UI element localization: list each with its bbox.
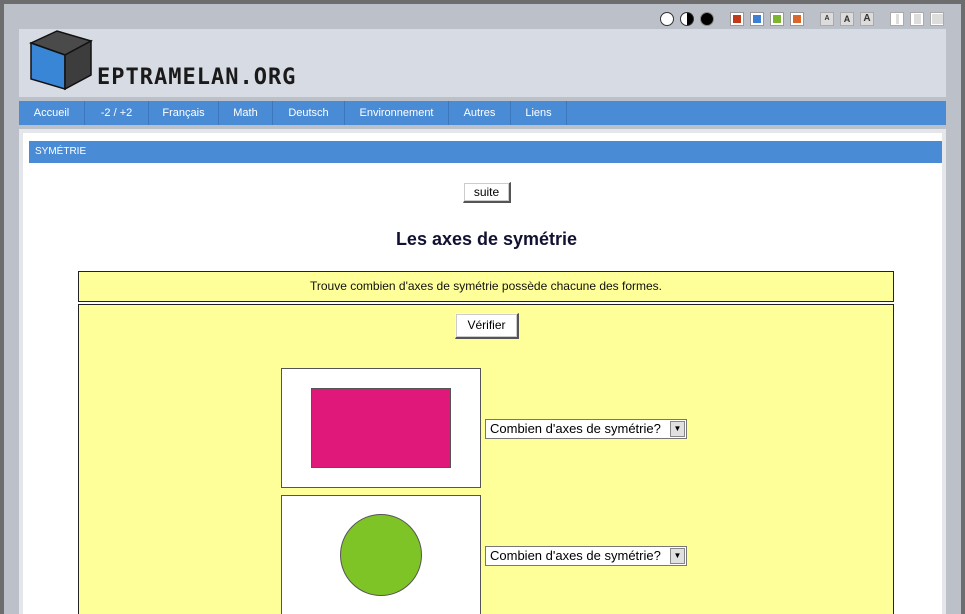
color-blue-button[interactable] (750, 12, 764, 26)
breadcrumb: SYMÉTRIE (29, 141, 942, 163)
symmetry-select-circle[interactable]: Combien d'axes de symétrie? ▼ (485, 546, 687, 566)
accessibility-toolbar: A A A (4, 8, 961, 30)
symmetry-select-rectangle[interactable]: Combien d'axes de symétrie? ▼ (485, 419, 687, 439)
dropdown-arrow-icon[interactable]: ▼ (670, 548, 685, 564)
nav-item-environnement[interactable]: Environnement (345, 101, 449, 125)
color-orange-button[interactable] (790, 12, 804, 26)
nav-item-francais[interactable]: Français (149, 101, 219, 125)
nav-item-math[interactable]: Math (219, 101, 273, 125)
color-green-button[interactable] (770, 12, 784, 26)
site-header: EPTRAMELAN.ORG (19, 29, 946, 97)
nav-item-level[interactable]: -2 / +2 (85, 101, 149, 125)
page-title: Les axes de symétrie (395, 229, 578, 249)
font-large-button[interactable]: A (860, 12, 874, 26)
contrast-half-icon[interactable] (680, 12, 694, 26)
nav-item-deutsch[interactable]: Deutsch (273, 101, 345, 125)
nav-item-accueil[interactable]: Accueil (19, 101, 85, 125)
next-button[interactable]: suite (463, 182, 511, 203)
nav-item-autres[interactable]: Autres (449, 101, 511, 125)
width-wide-button[interactable] (930, 12, 944, 26)
shape-card-rectangle (281, 368, 481, 488)
circle-shape (340, 514, 422, 596)
contrast-black-icon[interactable] (700, 12, 714, 26)
contrast-white-icon[interactable] (660, 12, 674, 26)
dropdown-arrow-icon[interactable]: ▼ (670, 421, 685, 437)
width-medium-button[interactable] (910, 12, 924, 26)
main-nav: Accueil -2 / +2 Français Math Deutsch En… (19, 101, 946, 125)
exercise-panel: Vérifier Combien d'axes de symétrie? ▼ C… (78, 304, 894, 614)
nav-item-liens[interactable]: Liens (511, 101, 567, 125)
main-content: SYMÉTRIE suite Les axes de symétrie Trou… (19, 129, 946, 614)
check-button[interactable]: Vérifier (455, 313, 519, 339)
width-narrow-button[interactable] (890, 12, 904, 26)
instruction-text: Trouve combien d'axes de symétrie possèd… (78, 271, 894, 302)
font-medium-button[interactable]: A (840, 12, 854, 26)
cube-logo-icon[interactable] (29, 29, 95, 91)
shape-card-circle (281, 495, 481, 614)
color-red-button[interactable] (730, 12, 744, 26)
rectangle-shape (311, 388, 451, 468)
browser-frame: A A A EPTRAMELAN.ORG Accueil -2 / +2 Fra… (4, 4, 961, 614)
font-small-button[interactable]: A (820, 12, 834, 26)
site-logo-text[interactable]: EPTRAMELAN.ORG (97, 65, 296, 90)
